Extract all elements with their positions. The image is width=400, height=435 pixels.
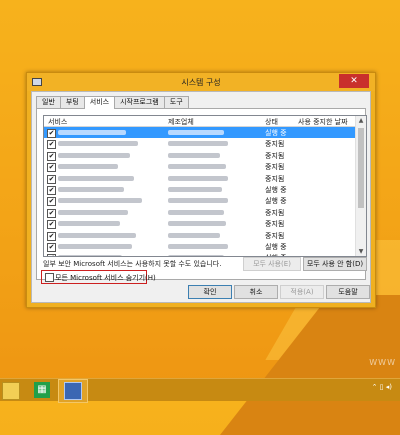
service-status: 실행 중 [265,129,287,137]
table-row[interactable]: ✔ 중지됨 [44,150,356,161]
service-checkbox[interactable]: ✔ [47,254,56,256]
column-header-disabled-date[interactable]: 사용 중지한 날짜 [298,117,348,127]
service-name-redacted [58,209,128,215]
table-row[interactable]: ✔ 중지됨 [44,218,356,230]
tab-general[interactable]: 일반 [36,96,61,108]
column-header-status[interactable]: 상태 [265,117,278,127]
service-name-redacted [58,152,130,158]
service-status: 중지됨 [265,174,285,183]
service-checkbox[interactable]: ✔ [47,231,56,241]
close-button[interactable]: ✕ [339,74,369,88]
service-name-redacted [58,175,134,181]
table-row[interactable]: ✔ 중지됨 [44,161,356,173]
system-configuration-taskbar-icon[interactable] [64,382,82,400]
service-name-redacted [58,232,136,238]
table-row[interactable]: ✔ 중지됨 [44,138,356,150]
manufacturer-redacted [168,198,228,204]
column-header-service[interactable]: 서비스 [48,117,67,127]
ok-button[interactable]: 확인 [188,285,232,299]
hide-microsoft-services-checkbox[interactable] [45,273,54,282]
scroll-up-icon[interactable]: ▲ [356,116,366,125]
service-checkbox[interactable]: ✔ [47,220,56,230]
service-status: 중지됨 [265,140,285,149]
service-status: 중지됨 [265,151,285,160]
tray-icons[interactable]: ⌃ ▯ ◂) [372,383,392,391]
tab-boot[interactable]: 부팅 [59,96,85,108]
service-checkbox[interactable]: ✔ [47,140,56,150]
service-checkbox[interactable]: ✔ [47,129,56,138]
manufacturer-redacted [168,175,228,181]
table-row[interactable]: ✔ 실행 중 [44,241,356,252]
tab-tools[interactable]: 도구 [163,96,189,108]
window-title: 시스템 구성 [181,78,221,87]
title-bar[interactable]: 시스템 구성 ✕ [27,73,375,91]
file-explorer-icon[interactable] [2,382,20,400]
service-checkbox[interactable]: ✔ [47,151,56,161]
hide-microsoft-services-highlight: 모든 Microsoft 서비스 숨기기(H) [41,270,156,284]
manufacturer-redacted [168,221,226,227]
service-checkbox[interactable]: ✔ [47,197,56,207]
service-name-redacted [58,243,132,249]
watermark: WWW [369,358,396,367]
manufacturer-redacted [168,152,220,158]
service-name-redacted [58,186,124,192]
service-checkbox[interactable]: ✔ [47,185,56,195]
service-checkbox[interactable]: ✔ [47,242,56,252]
service-name-redacted [58,130,126,135]
manufacturer-redacted [168,130,224,135]
service-name-redacted [58,198,142,204]
scroll-down-icon[interactable]: ▼ [356,247,366,256]
vertical-scrollbar[interactable]: ▲ ▼ [355,116,366,256]
service-status: 중지됨 [265,220,285,229]
service-status: 실행 중 [265,197,287,206]
services-pane: 서비스 제조업체 상태 사용 중지한 날짜 ✔ 실행 중 ✔ 중지됨 ✔ 중지됨 ✔ 중지됨 ✔… [36,108,367,284]
service-name-redacted [58,141,138,147]
system-configuration-window: 시스템 구성 ✕ 일반 부팅 서비스 시작프로그램 도구 서비스 제조업체 상태… [26,72,376,308]
security-note: 일부 보안 Microsoft 서비스는 사용하지 못할 수도 있습니다. [43,260,222,268]
list-header: 서비스 제조업체 상태 사용 중지한 날짜 [44,116,366,127]
table-row[interactable]: ✔ 중지됨 [44,207,356,218]
cancel-button[interactable]: 취소 [234,285,278,299]
help-button[interactable]: 도움말 [326,285,370,299]
tab-services[interactable]: 서비스 [83,96,116,109]
manufacturer-redacted [168,141,228,147]
service-status: 실행 중 [265,185,287,194]
service-name-redacted [58,255,122,256]
service-status: 중지됨 [265,231,285,240]
services-list[interactable]: 서비스 제조업체 상태 사용 중지한 날짜 ✔ 실행 중 ✔ 중지됨 ✔ 중지됨 ✔ 중지됨 ✔… [43,115,367,257]
service-rows: ✔ 실행 중 ✔ 중지됨 ✔ 중지됨 ✔ 중지됨 ✔ 중지됨 ✔ 실행 중 ✔ 실행 중 ✔ 중지됨 ✔ 중지됨 ✔… [44,127,356,256]
store-icon[interactable]: ▦ [34,382,50,398]
scroll-thumb[interactable] [358,128,364,208]
table-row[interactable]: ✔ 실행 중 [44,195,356,207]
manufacturer-redacted [168,186,222,192]
service-checkbox[interactable]: ✔ [47,174,56,184]
enable-all-button[interactable]: 모두 사용(E) [243,257,301,271]
manufacturer-redacted [168,243,228,249]
apply-button[interactable]: 적용(A) [280,285,324,299]
dialog-client: 일반 부팅 서비스 시작프로그램 도구 서비스 제조업체 상태 사용 중지한 날… [31,91,371,303]
manufacturer-redacted [168,255,224,256]
table-row[interactable]: ✔ 실행 중 [44,127,356,139]
hide-microsoft-services-label[interactable]: 모든 Microsoft 서비스 숨기기(H) [55,273,156,283]
manufacturer-redacted [168,209,224,215]
manufacturer-redacted [168,164,226,170]
table-row[interactable]: ✔ 실행 중 [44,184,356,195]
service-checkbox[interactable]: ✔ [47,208,56,218]
service-checkbox[interactable]: ✔ [47,163,56,173]
service-status: 중지됨 [265,163,285,172]
tab-strip: 일반 부팅 서비스 시작프로그램 도구 [36,96,189,109]
taskbar: ▦ ⌃ ▯ ◂) [0,378,400,403]
table-row[interactable]: ✔ 중지됨 [44,173,356,184]
service-status: 실행 중 [265,242,287,251]
service-name-redacted [58,221,120,227]
manufacturer-redacted [168,232,220,238]
disable-all-button[interactable]: 모두 사용 안 함(D) [303,257,367,271]
column-header-manufacturer[interactable]: 제조업체 [168,117,194,127]
table-row[interactable]: ✔ 중지됨 [44,230,356,241]
service-name-redacted [58,164,118,170]
service-status: 중지됨 [265,208,285,217]
tab-startup[interactable]: 시작프로그램 [114,96,165,108]
